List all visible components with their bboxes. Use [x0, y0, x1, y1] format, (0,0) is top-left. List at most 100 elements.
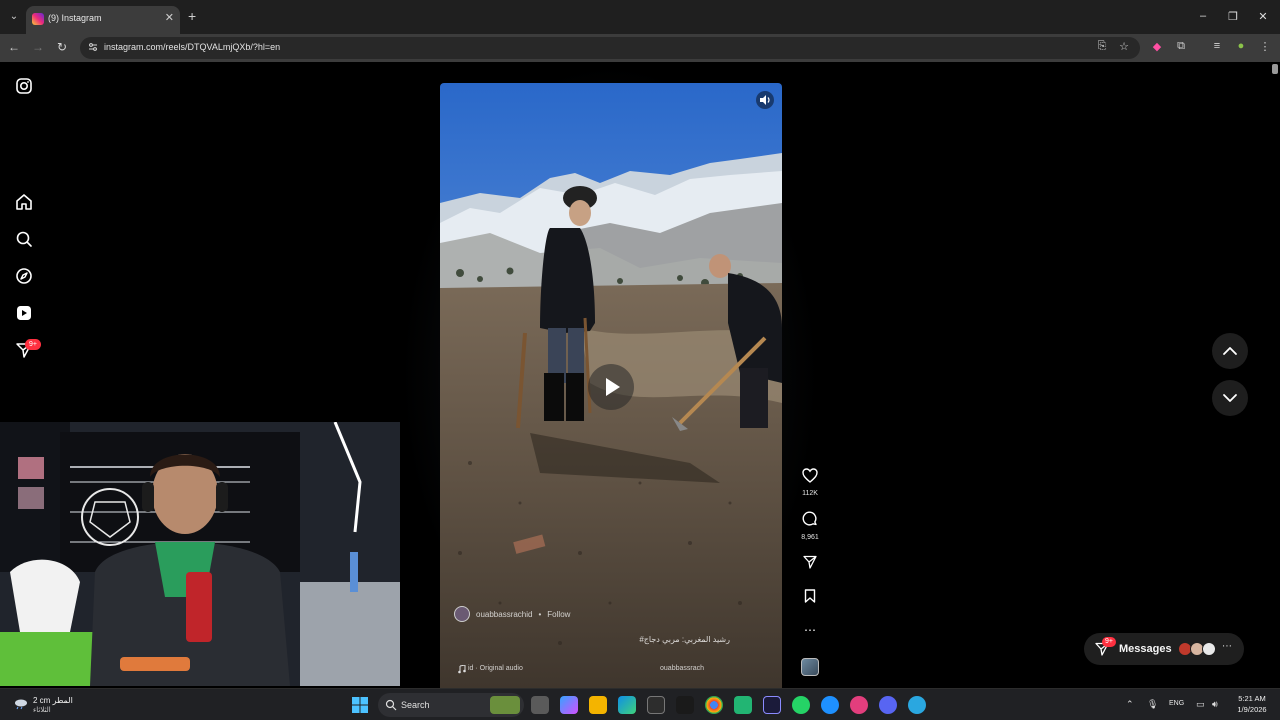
reel-author-row: ouabbassrachid • Follow	[454, 606, 570, 622]
follow-button[interactable]: Follow	[547, 610, 570, 619]
telegram-icon[interactable]	[908, 696, 926, 714]
browser-tab-bar: ⌄ (9) Instagram ✕ + – ❐ ✕	[0, 0, 1280, 34]
new-tab-icon[interactable]: +	[188, 9, 196, 23]
message-avatar	[1202, 642, 1216, 656]
like-count: 112K	[802, 490, 818, 497]
tray-overflow-icon[interactable]: ⌃	[1126, 699, 1134, 710]
instagram-page: 9+ ouabbassrachid • Follow رشيد المغربي:…	[0, 62, 1280, 688]
back-icon[interactable]: ←	[7, 40, 21, 54]
alienware-icon[interactable]	[676, 696, 694, 714]
file-explorer-icon[interactable]	[589, 696, 607, 714]
forward-icon[interactable]: →	[31, 40, 45, 54]
app-icon[interactable]	[734, 696, 752, 714]
url-text: instagram.com/reels/DTQVALmjQXb/?hl=en	[104, 42, 281, 52]
copilot-icon[interactable]	[560, 696, 578, 714]
minimize-icon[interactable]: –	[1196, 10, 1210, 22]
bookmark-star-icon[interactable]: ☆	[1117, 40, 1131, 53]
search-icon[interactable]	[14, 229, 34, 249]
chevron-up-icon	[1223, 347, 1237, 355]
chrome-icon[interactable]	[705, 696, 723, 714]
tab-title: (9) Instagram	[48, 13, 102, 23]
browser-app-icon[interactable]	[821, 696, 839, 714]
tab-search-chevron-icon[interactable]: ⌄	[6, 9, 22, 25]
restore-icon[interactable]: ❐	[1226, 10, 1240, 23]
microphone-icon[interactable]: 🎙︎	[1147, 699, 1158, 710]
windows-start-icon[interactable]	[352, 697, 368, 713]
more-options-icon[interactable]: ⋯	[796, 624, 824, 636]
previous-reel-button[interactable]	[1212, 333, 1248, 369]
notifications-badge: 9+	[25, 339, 41, 350]
music-note-icon	[458, 665, 466, 674]
reload-icon[interactable]: ↻	[55, 40, 69, 54]
reel-caption[interactable]: رشيد المغربي: مربي دجاج#	[639, 635, 730, 644]
address-toolbar: ← → ↻ instagram.com/reels/DTQVALmjQXb/?h…	[0, 34, 1280, 62]
task-view-icon[interactable]	[531, 696, 549, 714]
premiere-pro-icon[interactable]	[763, 696, 781, 714]
volume-icon[interactable]: 🔊︎	[1212, 699, 1218, 710]
taskbar-search-icon	[385, 699, 397, 711]
weather-widget[interactable]: 2 cm المطر الثلاثاء	[14, 694, 94, 716]
instagram-favicon-icon	[32, 13, 44, 25]
audio-thumbnail[interactable]	[801, 658, 819, 676]
mute-toggle-icon[interactable]	[756, 91, 774, 109]
extensions-puzzle-icon[interactable]: ⧉	[1174, 40, 1188, 53]
messages-label: Messages	[1119, 643, 1172, 655]
comment-action[interactable]: 8,961	[796, 511, 824, 541]
chevron-down-icon	[1223, 394, 1237, 402]
home-icon[interactable]	[14, 192, 34, 212]
taskbar-search[interactable]: Search	[378, 693, 524, 717]
webcam-overlay	[0, 422, 400, 686]
language-indicator[interactable]: ENG	[1169, 700, 1184, 707]
whatsapp-icon[interactable]	[792, 696, 810, 714]
system-clock[interactable]: 5:21 AM 1/9/2026	[1234, 694, 1270, 714]
comment-icon[interactable]	[802, 511, 818, 527]
profile-avatar-icon[interactable]: ●	[1234, 40, 1248, 52]
search-highlight-icon	[490, 696, 520, 714]
audio-title: id · Original audio	[468, 665, 523, 672]
author-avatar[interactable]	[454, 606, 470, 622]
media-control-icon[interactable]: ≡	[1210, 40, 1224, 52]
like-action[interactable]: 112K	[796, 468, 824, 497]
window-close-icon[interactable]: ✕	[1256, 10, 1270, 23]
comment-count: 8,961	[801, 534, 819, 541]
play-button-icon[interactable]	[588, 364, 634, 410]
reel-audio-row[interactable]: id · Original audio ouabbassrach	[458, 663, 764, 677]
instagram-logo-icon[interactable]	[14, 76, 34, 96]
webcam-feed	[0, 422, 400, 686]
weather-desc: الثلاثاء	[33, 707, 51, 714]
author-separator: •	[538, 609, 542, 619]
weather-temp: 2 cm المطر	[33, 696, 73, 705]
edge-icon[interactable]	[618, 696, 636, 714]
share-action[interactable]	[796, 554, 824, 575]
install-app-icon[interactable]: ⎘	[1095, 40, 1109, 53]
reel-video[interactable]: ouabbassrachid • Follow رشيد المغربي: مر…	[440, 83, 782, 688]
messages-button[interactable]: 9+ Messages ⋯	[1084, 633, 1244, 665]
author-username[interactable]: ouabbassrachid	[476, 610, 532, 619]
messages-badge: 9+	[1102, 637, 1116, 647]
clock-time: 5:21 AM	[1238, 694, 1266, 703]
tab-close-icon[interactable]: ✕	[165, 11, 174, 24]
explore-compass-icon[interactable]	[14, 266, 34, 286]
windows-taskbar: 2 cm المطر الثلاثاء Search ⌃ 🎙︎ ENG ▭ 🔊︎…	[0, 688, 1280, 720]
bookmark-icon[interactable]	[802, 588, 818, 604]
save-action[interactable]	[796, 588, 824, 609]
share-icon[interactable]	[802, 554, 818, 570]
url-bar[interactable]: instagram.com/reels/DTQVALmjQXb/?hl=en	[80, 37, 1140, 59]
display-icon[interactable]: ▭	[1196, 699, 1205, 710]
page-scrollbar[interactable]	[1272, 64, 1278, 74]
audio-username: ouabbassrach	[660, 665, 704, 672]
store-icon[interactable]	[647, 696, 665, 714]
browser-menu-icon[interactable]: ⋮	[1258, 40, 1272, 53]
extension-shield-icon[interactable]: ◆	[1150, 40, 1164, 53]
site-info-icon[interactable]	[88, 42, 98, 52]
messages-more-icon[interactable]: ⋯	[1222, 641, 1232, 652]
music-app-icon[interactable]	[850, 696, 868, 714]
clock-date: 1/9/2026	[1237, 705, 1267, 714]
next-reel-button[interactable]	[1212, 380, 1248, 416]
discord-icon[interactable]	[879, 696, 897, 714]
rain-cloud-icon	[15, 699, 27, 710]
browser-tab-instagram[interactable]: (9) Instagram ✕	[26, 6, 180, 34]
heart-icon[interactable]	[802, 468, 818, 483]
taskbar-search-label: Search	[401, 700, 430, 710]
reels-icon[interactable]	[14, 303, 34, 323]
